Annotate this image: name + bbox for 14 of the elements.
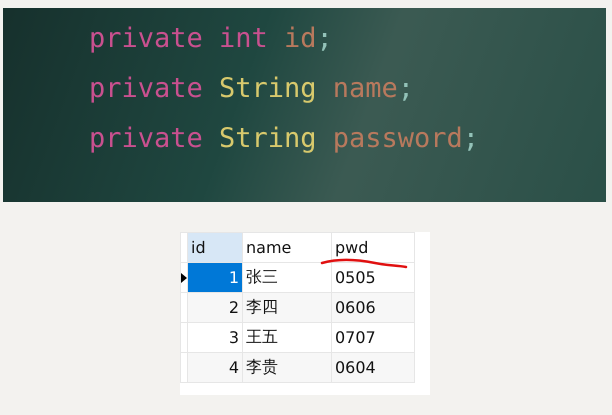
table-cell: 1 — [188, 262, 242, 292]
table-cell: 0606 — [332, 292, 414, 322]
code-line: private String name; — [89, 72, 414, 106]
code-line: private String password; — [89, 122, 480, 156]
column-header[interactable]: id — [188, 232, 242, 262]
code-line: private int id; — [89, 22, 333, 56]
table-cell: 2 — [188, 292, 242, 322]
table-cell: 4 — [188, 352, 242, 382]
column-header[interactable]: name — [242, 232, 332, 262]
table-cell: 李贵 — [242, 352, 332, 382]
table-cell: 李四 — [242, 292, 332, 322]
row-header[interactable] — [180, 262, 188, 292]
column-header[interactable]: pwd — [332, 232, 414, 262]
table-cell: 0604 — [332, 352, 414, 382]
